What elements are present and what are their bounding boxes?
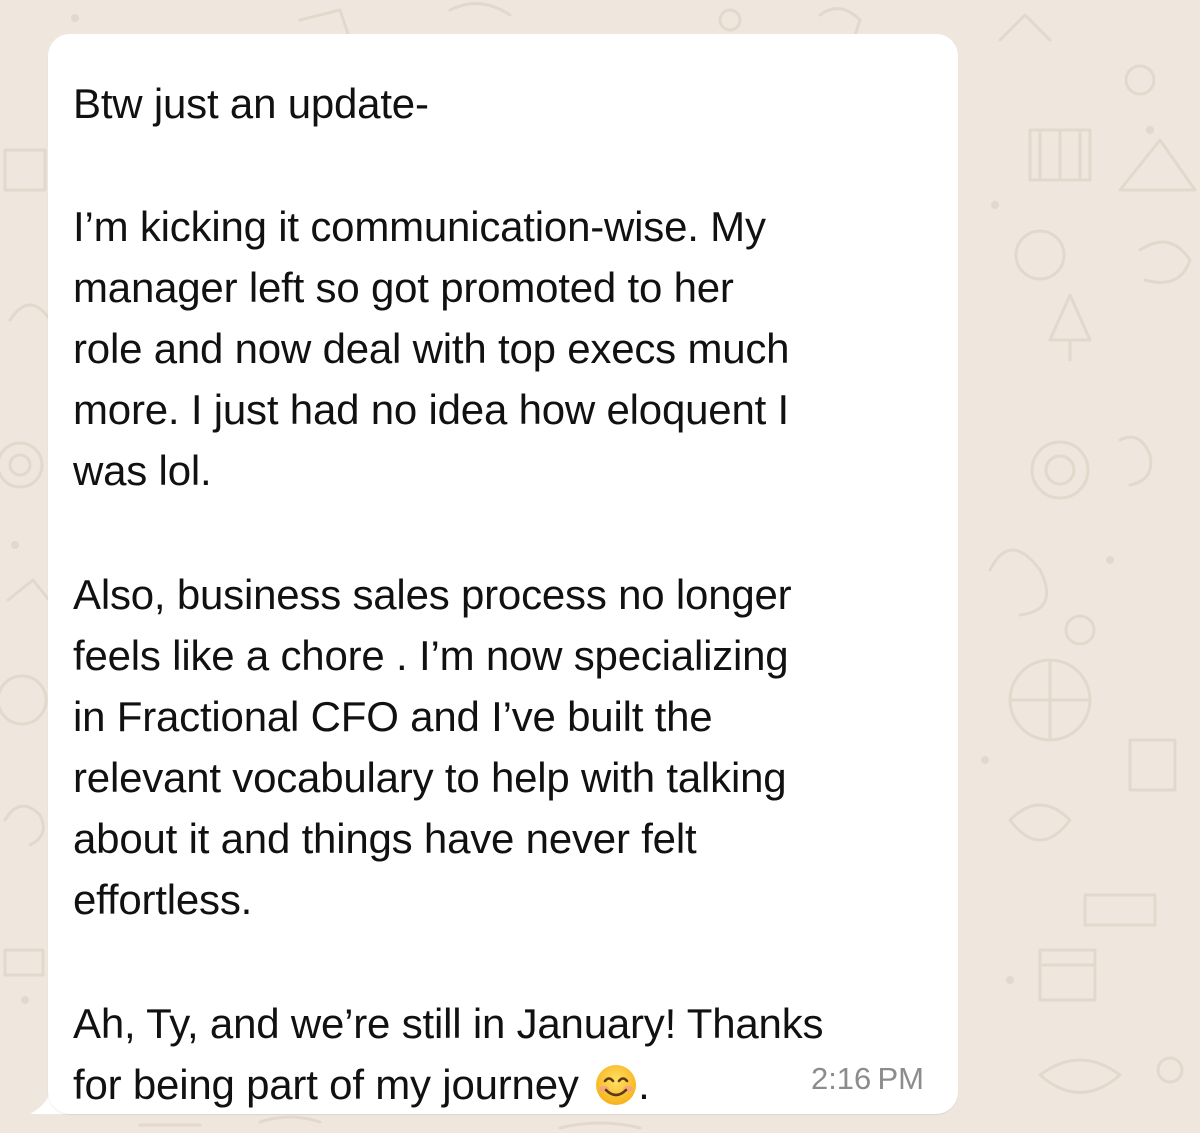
- wallpaper-doodle: [1124, 64, 1156, 96]
- message-line-last: for being part of my journey .: [73, 1061, 650, 1109]
- wallpaper-doodle: [998, 13, 1052, 42]
- wallpaper-doodle: [1048, 293, 1092, 362]
- wallpaper-doodle: [718, 8, 742, 32]
- wallpaper-doodle: [448, 2, 512, 17]
- wallpaper-doodle: [1083, 893, 1157, 927]
- message-line: feels like a chore . I’m now specializin…: [73, 632, 789, 679]
- wallpaper-doodle: [3, 804, 45, 847]
- message-line: I’m kicking it communication-wise. My: [73, 203, 766, 250]
- wallpaper-doodle: [1118, 435, 1153, 487]
- message-bubble[interactable]: Btw just an update- I’m kicking it commu…: [48, 34, 958, 1114]
- message-line: effortless.: [73, 876, 253, 923]
- wallpaper-doodle: [1064, 614, 1096, 646]
- message-line: for being part of my journey: [73, 1061, 579, 1108]
- wallpaper-doodle: [1030, 440, 1090, 500]
- message-line: Btw just an update-: [73, 80, 429, 127]
- message-line: was lol.: [73, 447, 212, 494]
- message-line: role and now deal with top execs much: [73, 325, 790, 372]
- wallpaper-doodle: [1038, 1058, 1122, 1094]
- wallpaper-doodle: [1028, 128, 1092, 182]
- message-line: in Fractional CFO and I’ve built the: [73, 693, 713, 740]
- wallpaper-doodle: [988, 548, 1049, 617]
- wallpaper-doodle: [1138, 240, 1192, 284]
- message-line: relevant vocabulary to help with talking: [73, 754, 787, 801]
- wallpaper-doodle: [3, 148, 47, 192]
- wallpaper-doodle: [0, 674, 48, 726]
- wallpaper-doodle: [558, 1121, 642, 1130]
- wallpaper-doodle: [0, 441, 44, 489]
- message-line: Also, business sales process no longer: [73, 571, 792, 618]
- wallpaper-doodle: [1014, 229, 1066, 281]
- wallpaper-doodle: [1156, 1056, 1184, 1084]
- wallpaper-doodle: [138, 1115, 322, 1127]
- message-line: manager left so got promoted to her: [73, 264, 734, 311]
- wallpaper-doodle: [3, 948, 45, 977]
- wallpaper-doodle: [1118, 138, 1197, 192]
- message-line: Ah, Ty, and we’re still in January! Than…: [73, 1000, 824, 1047]
- wallpaper-doodle: [1008, 803, 1072, 842]
- message-line: about it and things have never felt: [73, 815, 697, 862]
- message-line-suffix: .: [638, 1061, 650, 1108]
- wallpaper-doodle: [818, 7, 862, 37]
- wallpaper-doodle: [6, 578, 55, 607]
- wallpaper-doodle: [1128, 738, 1177, 792]
- wallpaper-doodle: [1038, 948, 1097, 1002]
- message-line: more. I just had no idea how eloquent I: [73, 386, 790, 433]
- message-timestamp: 2:16 PM: [810, 1061, 924, 1096]
- smiling-face-emoji: [596, 1065, 637, 1105]
- wallpaper-doodle: [8, 303, 52, 322]
